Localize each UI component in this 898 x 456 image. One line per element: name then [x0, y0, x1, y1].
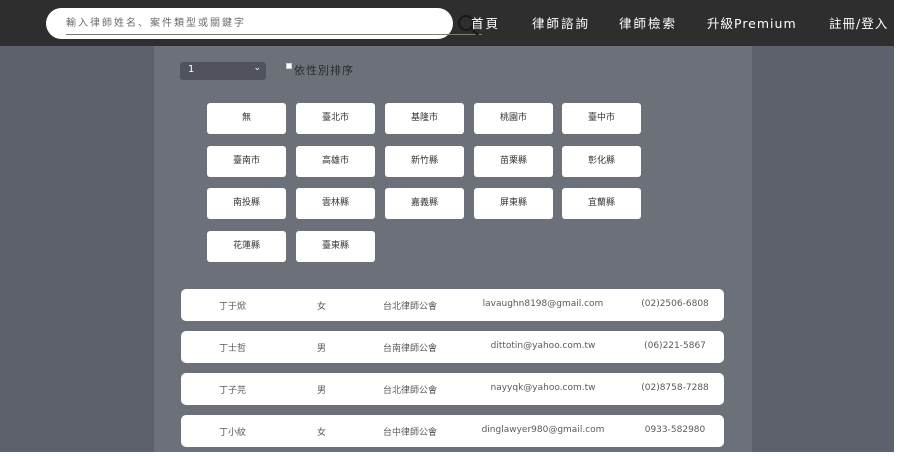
lawyer-phone: (06)221-5867: [644, 341, 706, 351]
page-viewport: 首頁 律師諮詢 律師檢索 升級Premium 註冊/登入 1 ⌄ 依性別排序 無…: [0, 0, 894, 452]
lawyer-name: 丁小紋: [219, 428, 247, 438]
lawyer-name: 丁于焮: [219, 302, 247, 312]
lawyer-row[interactable]: 丁于焮 女 台北律師公會 lavaughn8198@gmail.com (02)…: [181, 289, 724, 321]
city-button-yunlin[interactable]: 雲林縣: [296, 188, 375, 219]
nav-home-link[interactable]: 首頁: [471, 13, 500, 33]
lawyer-row[interactable]: 丁子芫 男 台北律師公會 nayyqk@yahoo.com.tw (02)875…: [181, 373, 724, 405]
city-button-taichung[interactable]: 臺中市: [562, 103, 641, 134]
city-button-taipei[interactable]: 臺北市: [296, 103, 375, 134]
lawyer-gender: 女: [317, 302, 327, 312]
city-button-chiayi[interactable]: 嘉義縣: [385, 188, 464, 219]
city-button-taitung[interactable]: 臺東縣: [296, 231, 375, 262]
city-button-nantou[interactable]: 南投縣: [207, 188, 286, 219]
city-button-taoyuan[interactable]: 桃園市: [474, 103, 553, 134]
city-button-hualien[interactable]: 花蓮縣: [207, 231, 286, 262]
city-button-pingtung[interactable]: 屏東縣: [474, 188, 553, 219]
city-button-tainan[interactable]: 臺南市: [207, 146, 286, 177]
lawyer-name: 丁士哲: [219, 344, 247, 354]
lawyer-phone: (02)2506-6808: [641, 299, 709, 309]
lawyer-association: 台北律師公會: [383, 386, 438, 396]
chevron-down-icon: ⌄: [253, 63, 261, 73]
lawyer-phone: 0933-582980: [644, 425, 706, 435]
page-select[interactable]: 1 ⌄: [180, 62, 266, 80]
sort-by-gender-checkbox[interactable]: [286, 63, 292, 69]
lawyer-email: lavaughn8198@gmail.com: [482, 299, 604, 309]
sort-by-gender-label: 依性別排序: [294, 64, 354, 77]
city-button-hsinchu[interactable]: 新竹縣: [385, 146, 464, 177]
left-margin: [0, 46, 154, 452]
search-underline: [66, 34, 482, 35]
lawyer-name: 丁子芫: [219, 386, 247, 396]
city-button-changhua[interactable]: 彰化縣: [562, 146, 641, 177]
page-select-value: 1: [188, 64, 195, 75]
city-button-keelung[interactable]: 基隆市: [385, 103, 464, 134]
right-margin: [752, 46, 894, 452]
top-navbar: 首頁 律師諮詢 律師檢索 升級Premium 註冊/登入: [0, 0, 894, 46]
lawyer-gender: 男: [317, 386, 327, 396]
search-box: [46, 8, 482, 39]
nav-premium-link[interactable]: 升級Premium: [707, 13, 797, 33]
lawyer-email: dittotin@yahoo.com.tw: [490, 341, 596, 351]
lawyer-gender: 女: [317, 428, 327, 438]
lawyer-email: dinglawyer980@gmail.com: [481, 425, 605, 435]
nav-lawyer-search-link[interactable]: 律師檢索: [619, 13, 677, 33]
nav-login-link[interactable]: 註冊/登入: [829, 13, 888, 33]
lawyer-email: nayyqk@yahoo.com.tw: [490, 383, 596, 393]
lawyer-row[interactable]: 丁小紋 女 台中律師公會 dinglawyer980@gmail.com 093…: [181, 415, 724, 447]
city-button-miaoli[interactable]: 苗栗縣: [474, 146, 553, 177]
search-input[interactable]: [66, 13, 396, 33]
city-button-kaohsiung[interactable]: 高雄市: [296, 146, 375, 177]
nav-consult-link[interactable]: 律師諮詢: [532, 13, 590, 33]
lawyer-phone: (02)8758-7288: [641, 383, 709, 393]
lawyer-association: 台北律師公會: [383, 302, 438, 312]
lawyer-row[interactable]: 丁士哲 男 台南律師公會 dittotin@yahoo.com.tw (06)2…: [181, 331, 724, 363]
lawyer-association: 台南律師公會: [383, 344, 438, 354]
lawyer-association: 台中律師公會: [383, 428, 438, 438]
city-button-none[interactable]: 無: [207, 103, 286, 134]
city-button-yilan[interactable]: 宜蘭縣: [562, 188, 641, 219]
lawyer-gender: 男: [317, 344, 327, 354]
